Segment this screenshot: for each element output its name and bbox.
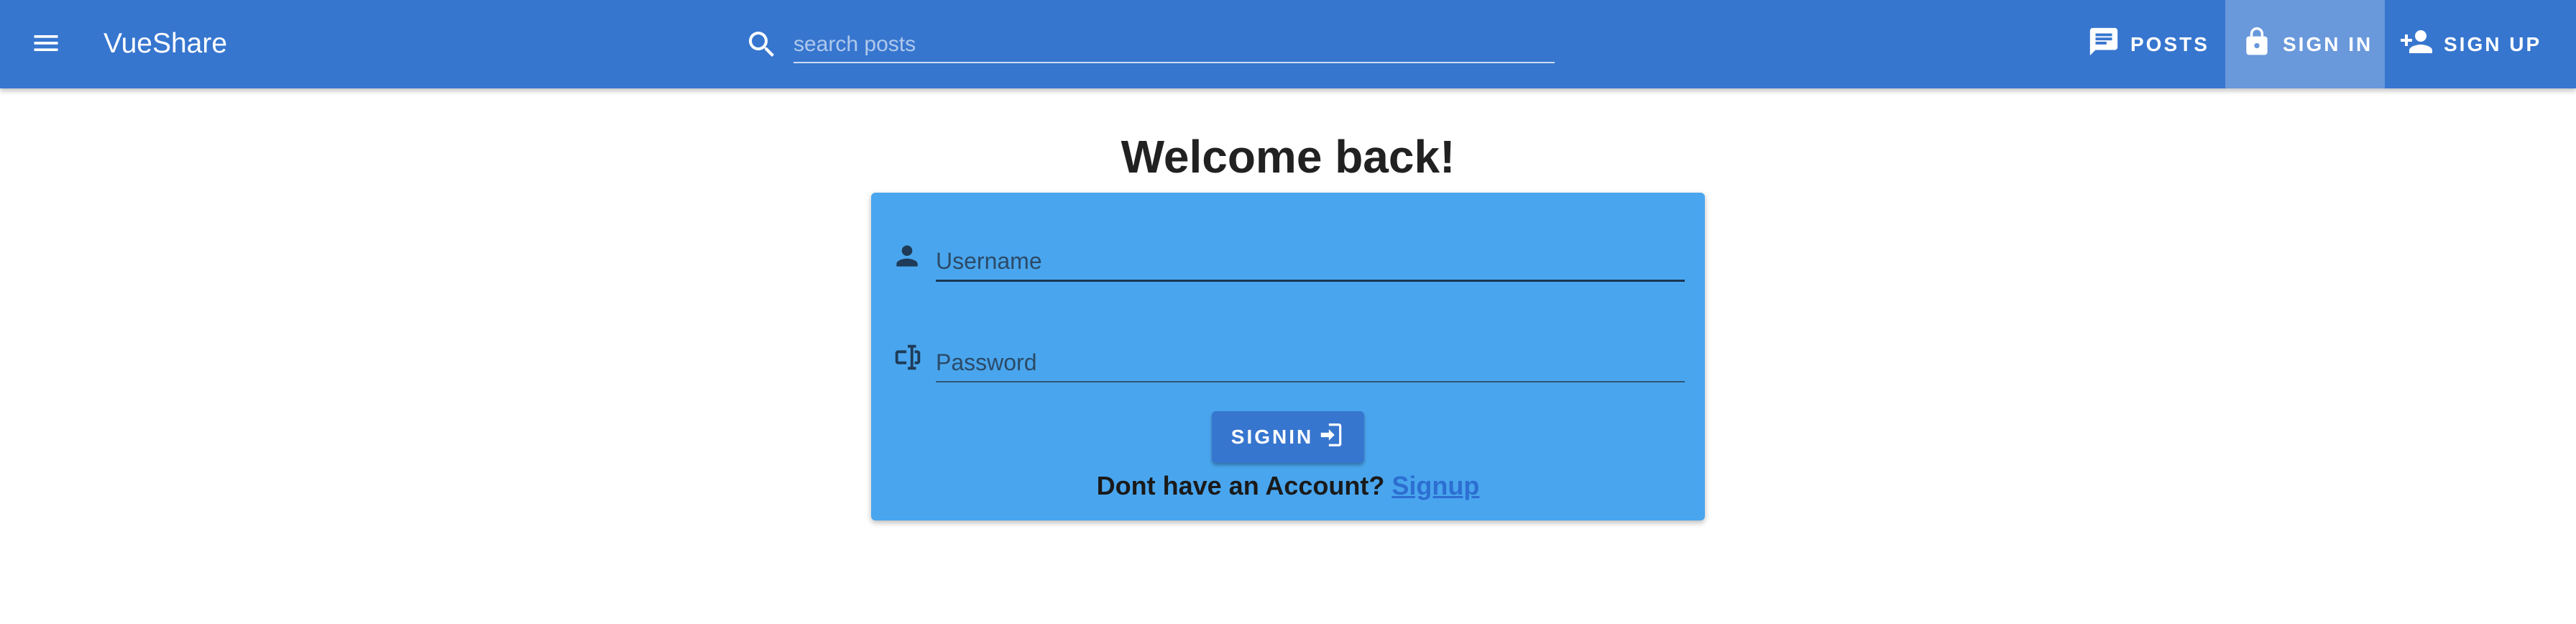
password-cursor-icon: [891, 341, 926, 375]
person-add-icon: [2399, 24, 2444, 64]
login-icon: [1313, 421, 1345, 454]
nav-posts-label: POSTS: [2130, 32, 2209, 55]
nav-signin-button[interactable]: SIGN IN: [2225, 0, 2385, 88]
signin-button-label: SIGNIN: [1230, 426, 1314, 448]
nav-signup-button[interactable]: SIGN UP: [2398, 0, 2567, 88]
nav-posts-button[interactable]: POSTS: [2084, 0, 2211, 88]
username-field-row: [891, 233, 1685, 283]
search-icon[interactable]: [745, 27, 779, 62]
app-bar: VueShare POSTS SIGN IN SIGN UP: [0, 0, 2576, 88]
chat-icon: [2087, 25, 2130, 63]
menu-icon: [30, 27, 62, 63]
password-field-row: [891, 334, 1685, 384]
app-title[interactable]: VueShare: [104, 26, 227, 62]
person-icon: [891, 240, 926, 275]
lock-icon: [2241, 26, 2283, 63]
signin-submit-button[interactable]: SIGNIN: [1212, 411, 1364, 463]
nav-signup-label: SIGN UP: [2444, 32, 2542, 55]
signup-prompt-text: Dont have an Account?: [1096, 471, 1385, 500]
password-input[interactable]: [936, 334, 1685, 382]
page-title: Welcome back!: [1121, 131, 1455, 183]
signup-link[interactable]: Signup: [1392, 471, 1479, 500]
search-input[interactable]: [794, 27, 1555, 63]
nav-signin-label: SIGN IN: [2283, 32, 2373, 55]
menu-button[interactable]: [16, 14, 76, 75]
search-bar: [745, 22, 1555, 68]
signin-form-card: SIGNIN Dont have an Account? Signup: [871, 193, 1705, 520]
username-input[interactable]: [936, 233, 1685, 282]
signup-prompt: Dont have an Account? Signup: [871, 467, 1705, 505]
